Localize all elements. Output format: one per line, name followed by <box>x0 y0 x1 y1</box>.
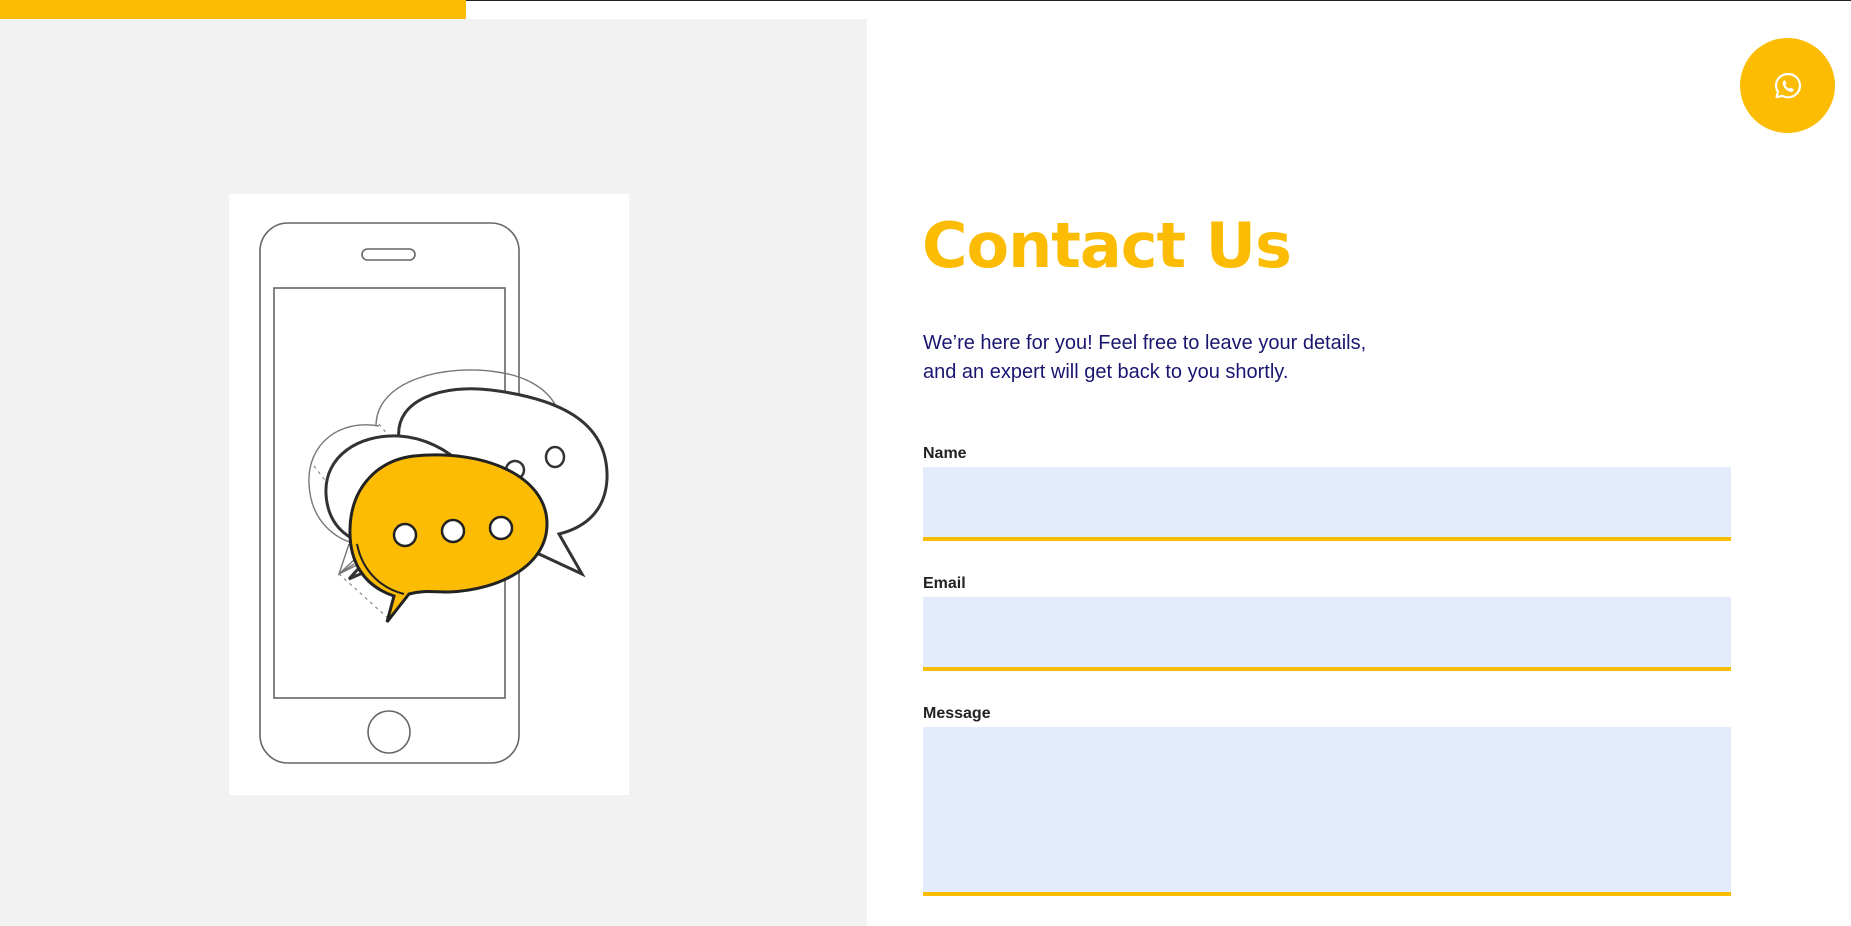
whatsapp-icon <box>1774 72 1801 98</box>
scroll-progress-bar <box>0 0 1851 19</box>
intro-line-2: and an expert will get back to you short… <box>923 361 1289 383</box>
phone-chat-bubbles-icon <box>259 222 609 764</box>
page-title: Contact Us <box>922 209 1292 282</box>
name-label: Name <box>923 445 967 462</box>
phone-chat-illustration <box>229 194 629 795</box>
email-input[interactable] <box>923 597 1731 671</box>
illustration-panel <box>0 19 867 926</box>
whatsapp-button[interactable] <box>1740 38 1835 133</box>
contact-intro-text: We’re here for you! Feel free to leave y… <box>923 329 1383 387</box>
scroll-progress-fill <box>0 0 467 19</box>
message-label: Message <box>923 705 991 722</box>
email-label: Email <box>923 575 966 592</box>
name-input[interactable] <box>923 467 1731 541</box>
message-textarea[interactable] <box>923 727 1731 896</box>
intro-line-1: We’re here for you! Feel free to leave y… <box>923 332 1367 354</box>
